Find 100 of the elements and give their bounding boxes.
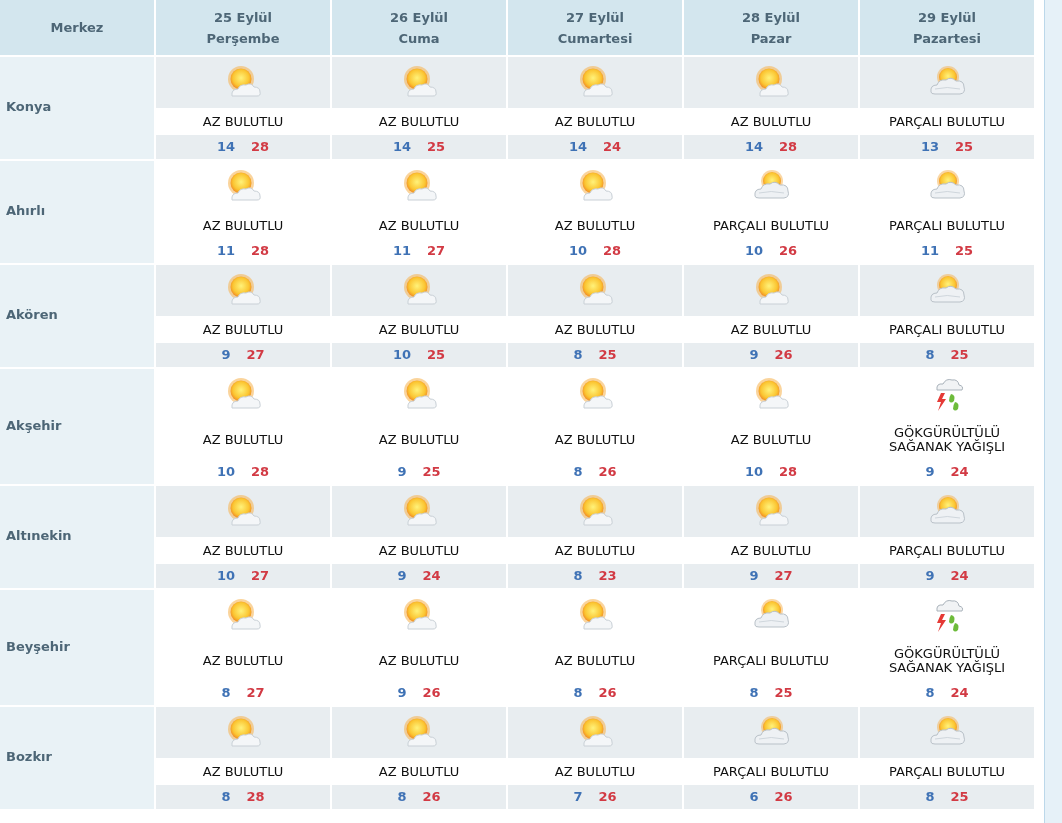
low-temperature: 8	[397, 788, 407, 807]
condition-text: PARÇALI BULUTLU	[887, 543, 1007, 558]
high-temperature: 27	[246, 684, 265, 703]
low-temperature: 9	[925, 463, 935, 482]
low-temperature: 8	[573, 463, 583, 482]
low-temperature: 9	[925, 567, 935, 586]
high-temperature: 25	[955, 242, 974, 261]
condition-text: AZ BULUTLU	[553, 654, 637, 668]
condition-text: AZ BULUTLU	[729, 114, 813, 129]
condition-text: PARÇALI BULUTLU	[887, 322, 1007, 337]
date-label: 29 Eylül	[917, 8, 977, 27]
low-temperature: 9	[397, 567, 407, 586]
condition-text: AZ BULUTLU	[553, 433, 637, 447]
high-temperature: 28	[251, 138, 270, 157]
low-temperature: 8	[925, 346, 935, 365]
low-temperature: 14	[216, 138, 235, 157]
high-temperature: 25	[598, 346, 617, 365]
low-temperature: 8	[573, 346, 583, 365]
high-temperature: 24	[950, 567, 969, 586]
condition-text: AZ BULUTLU	[553, 764, 637, 779]
high-temperature: 27	[251, 567, 270, 586]
station-name: Bozkır	[0, 707, 154, 809]
low-temperature: 10	[392, 346, 411, 365]
low-temperature: 10	[568, 242, 587, 261]
high-temperature: 25	[774, 684, 793, 703]
low-temperature: 10	[216, 463, 235, 482]
low-temperature: 9	[397, 684, 407, 703]
high-temperature: 25	[950, 346, 969, 365]
high-temperature: 24	[950, 684, 969, 703]
high-temperature: 24	[422, 567, 441, 586]
condition-text: AZ BULUTLU	[377, 654, 461, 668]
condition-text: PARÇALI BULUTLU	[887, 764, 1007, 779]
high-temperature: 25	[950, 788, 969, 807]
condition-text: AZ BULUTLU	[553, 543, 637, 558]
high-temperature: 26	[598, 788, 617, 807]
condition-text: AZ BULUTLU	[377, 218, 461, 233]
weekday-label: Perşembe	[206, 29, 280, 48]
condition-text: AZ BULUTLU	[553, 114, 637, 129]
low-temperature: 8	[221, 788, 231, 807]
low-temperature: 11	[920, 242, 939, 261]
high-temperature: 28	[246, 788, 265, 807]
column-header: Merkez	[0, 0, 154, 55]
high-temperature: 28	[779, 138, 798, 157]
condition-text: GÖKGÜRÜLTÜLÜ SAĞANAK YAĞIŞLI	[887, 426, 1007, 454]
station-name: Beyşehir	[0, 590, 154, 705]
high-temperature: 28	[779, 463, 798, 482]
condition-text: AZ BULUTLU	[201, 218, 285, 233]
low-temperature: 9	[397, 463, 407, 482]
date-label: 26 Eylül	[389, 8, 449, 27]
high-temperature: 24	[950, 463, 969, 482]
station-name: Altınekin	[0, 486, 154, 588]
low-temperature: 8	[749, 684, 759, 703]
low-temperature: 9	[221, 346, 231, 365]
condition-text: AZ BULUTLU	[553, 218, 637, 233]
condition-text: AZ BULUTLU	[201, 433, 285, 447]
low-temperature: 8	[573, 684, 583, 703]
high-temperature: 26	[779, 242, 798, 261]
condition-text: AZ BULUTLU	[729, 433, 813, 447]
condition-text: PARÇALI BULUTLU	[887, 114, 1007, 129]
condition-text: AZ BULUTLU	[553, 322, 637, 337]
high-temperature: 27	[427, 242, 446, 261]
high-temperature: 27	[246, 346, 265, 365]
condition-text: AZ BULUTLU	[729, 543, 813, 558]
high-temperature: 23	[598, 567, 617, 586]
low-temperature: 14	[568, 138, 587, 157]
low-temperature: 14	[744, 138, 763, 157]
date-label: 28 Eylül	[741, 8, 801, 27]
low-temperature: 14	[392, 138, 411, 157]
high-temperature: 26	[774, 346, 793, 365]
weekday-label: Pazartesi	[913, 29, 981, 48]
weekday-label: Cumartesi	[557, 29, 633, 48]
low-temperature: 11	[392, 242, 411, 261]
low-temperature: 8	[573, 567, 583, 586]
high-temperature: 25	[427, 138, 446, 157]
low-temperature: 8	[221, 684, 231, 703]
station-name: Akşehir	[0, 369, 154, 484]
low-temperature: 6	[749, 788, 759, 807]
condition-text: PARÇALI BULUTLU	[711, 654, 831, 668]
high-temperature: 27	[774, 567, 793, 586]
station-name: Konya	[0, 57, 154, 159]
condition-text: PARÇALI BULUTLU	[711, 764, 831, 779]
high-temperature: 26	[598, 684, 617, 703]
low-temperature: 8	[925, 788, 935, 807]
condition-text: AZ BULUTLU	[201, 114, 285, 129]
condition-text: AZ BULUTLU	[377, 543, 461, 558]
high-temperature: 28	[251, 463, 270, 482]
high-temperature: 26	[422, 684, 441, 703]
condition-text: AZ BULUTLU	[729, 322, 813, 337]
low-temperature: 10	[216, 567, 235, 586]
high-temperature: 25	[427, 346, 446, 365]
low-temperature: 11	[216, 242, 235, 261]
high-temperature: 26	[598, 463, 617, 482]
high-temperature: 25	[422, 463, 441, 482]
high-temperature: 24	[603, 138, 622, 157]
condition-text: AZ BULUTLU	[377, 764, 461, 779]
low-temperature: 10	[744, 463, 763, 482]
date-label: 25 Eylül	[213, 8, 273, 27]
low-temperature: 9	[749, 567, 759, 586]
weekday-label: Cuma	[398, 29, 440, 48]
condition-text: PARÇALI BULUTLU	[711, 218, 831, 233]
